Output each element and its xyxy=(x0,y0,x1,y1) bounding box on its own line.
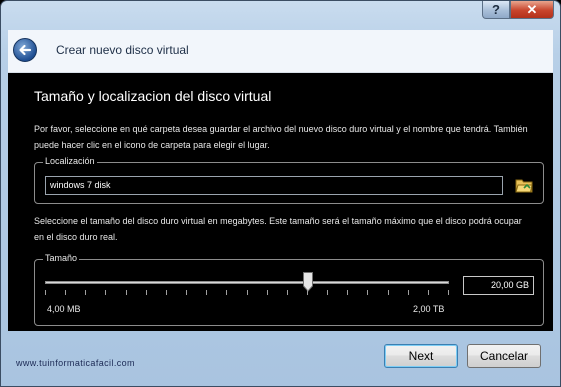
close-button[interactable]: ✕ xyxy=(510,1,554,19)
slider-tick xyxy=(226,290,228,295)
slider-tick xyxy=(407,290,409,295)
page-title: Tamaño y localizacion del disco virtual xyxy=(34,88,272,104)
folder-icon xyxy=(515,179,533,193)
slider-tick xyxy=(306,290,308,295)
location-legend: Localización xyxy=(43,156,97,166)
slider-tick xyxy=(45,290,46,295)
size-description: Seleccione el tamaño del disco duro virt… xyxy=(34,216,522,242)
watermark-text: www.tuinformaticafacil.com xyxy=(16,358,135,368)
slider-tick xyxy=(165,290,167,295)
wizard-header: Crear nuevo disco virtual xyxy=(8,30,553,73)
size-max-label: 2,00 TB xyxy=(413,304,445,314)
slider-tick xyxy=(327,290,329,295)
location-description: Por favor, seleccione en qué carpeta des… xyxy=(34,124,528,150)
slider-tick xyxy=(266,290,268,295)
close-icon: ✕ xyxy=(526,1,538,17)
slider-tick xyxy=(387,290,389,295)
slider-tick xyxy=(206,290,208,295)
choose-folder-button[interactable] xyxy=(515,176,533,194)
location-input[interactable]: windows 7 disk xyxy=(45,176,503,195)
slider-tick xyxy=(448,290,449,295)
wizard-content: Tamaño y localizacion del disco virtual … xyxy=(8,73,553,331)
slider-tick xyxy=(246,290,248,295)
slider-tick xyxy=(186,290,188,295)
cancel-button[interactable]: Cancelar xyxy=(467,344,541,368)
location-group: Localización windows 7 disk xyxy=(34,156,544,204)
back-button[interactable] xyxy=(13,38,37,62)
size-input[interactable]: 20,00 GB xyxy=(463,276,534,295)
slider-tick xyxy=(105,290,107,295)
title-bar-buttons: ? ✕ xyxy=(482,1,554,19)
slider-tick xyxy=(347,290,349,295)
slider-tick xyxy=(286,290,288,295)
wizard-title: Crear nuevo disco virtual xyxy=(56,43,189,57)
size-slider-track[interactable] xyxy=(45,281,449,284)
slider-tick xyxy=(65,290,67,295)
slider-tick xyxy=(427,290,429,295)
next-button[interactable]: Next xyxy=(384,344,458,368)
back-arrow-icon xyxy=(19,44,32,56)
size-min-label: 4,00 MB xyxy=(47,304,81,314)
size-legend: Tamaño xyxy=(43,253,80,263)
help-button[interactable]: ? xyxy=(482,1,510,19)
slider-tick xyxy=(85,290,87,295)
slider-tick xyxy=(367,290,369,295)
slider-tick xyxy=(145,290,147,295)
help-icon: ? xyxy=(492,2,500,17)
size-slider-thumb[interactable] xyxy=(302,272,313,292)
slider-tick xyxy=(125,290,127,295)
size-group: Tamaño 20,00 GB 4,00 MB 2,00 TB xyxy=(34,253,544,326)
